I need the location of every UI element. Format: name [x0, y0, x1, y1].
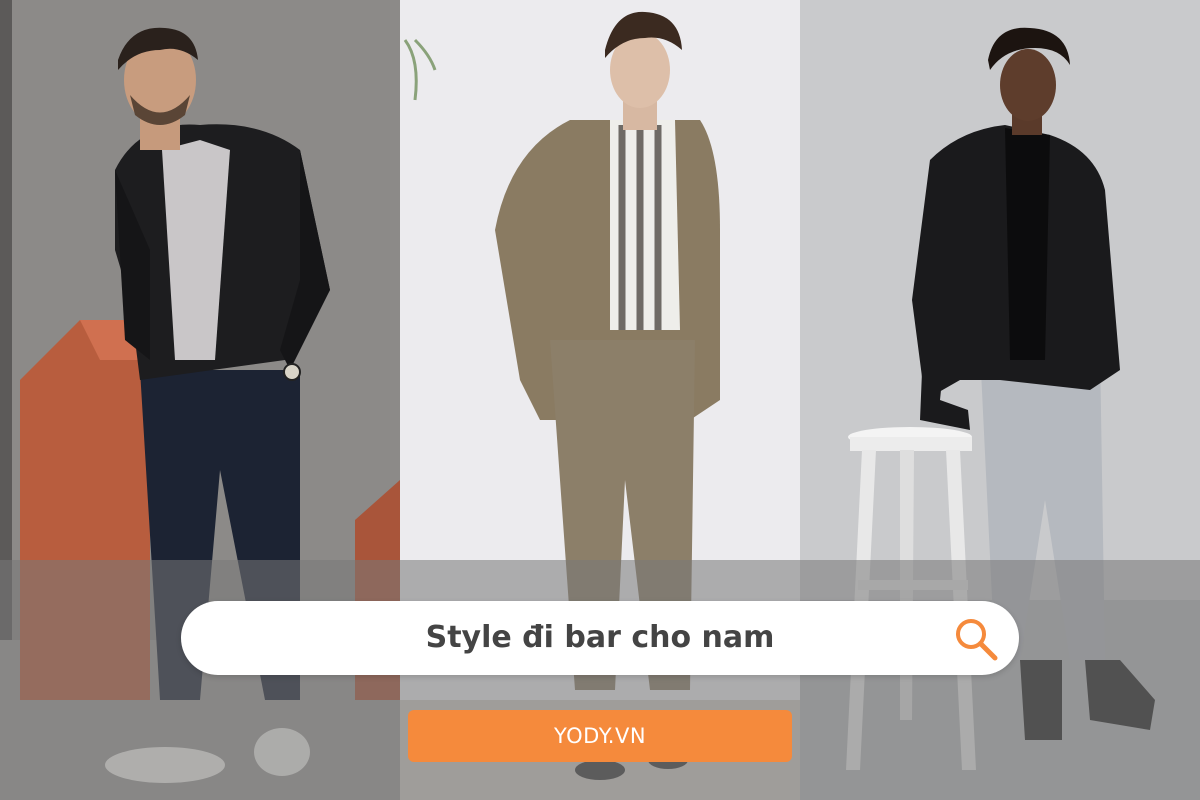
brand-banner[interactable]: YODY.VN: [408, 710, 792, 762]
bottom-gray-overlay: [0, 560, 1200, 800]
search-icon[interactable]: [953, 616, 999, 662]
search-bar[interactable]: Style đi bar cho nam: [181, 601, 1019, 675]
search-query-text: Style đi bar cho nam: [425, 620, 775, 655]
